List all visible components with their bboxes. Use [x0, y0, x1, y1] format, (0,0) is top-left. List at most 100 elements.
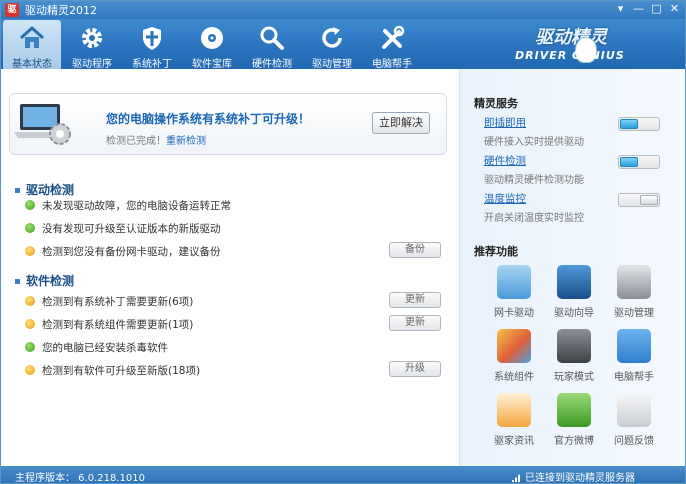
service-desc: 驱动精灵硬件检测功能: [484, 175, 584, 186]
software-check-heading: 软件检测: [15, 272, 74, 289]
tile-official-weibo[interactable]: 官方微博: [544, 393, 604, 453]
tile-label: 问题反馈: [614, 436, 654, 447]
fix-now-button[interactable]: 立即解决: [372, 112, 430, 134]
news-icon: [497, 393, 531, 427]
refresh-icon: [322, 27, 342, 48]
update-components-button[interactable]: 更新: [389, 315, 441, 331]
toggle-knob: [620, 157, 638, 167]
main-panel: 您的电脑操作系统有系统补丁可升级！ 检测已完成！重新检测 立即解决 驱动检测 未…: [1, 69, 459, 466]
plug-and-play-toggle[interactable]: [618, 117, 660, 131]
warning-status-icon: [25, 319, 35, 329]
list-item: 您的电脑已经安装杀毒软件: [25, 338, 445, 356]
tile-label: 玩家模式: [554, 372, 594, 383]
recheck-link[interactable]: 重新检测: [166, 136, 206, 147]
temp-monitor-toggle[interactable]: [618, 193, 660, 207]
sliders-icon: [557, 329, 591, 363]
tile-label: 驱动管理: [614, 308, 654, 319]
tab-label: 硬件检测: [252, 59, 292, 70]
brand-logo: 驱动精灵 DRIVER GENIUS: [515, 23, 645, 67]
gears-manage-icon: [617, 265, 651, 299]
alert-status-text: 检测已完成！: [106, 136, 166, 147]
service-plug-and-play-link[interactable]: 即插即用: [484, 115, 526, 130]
tab-hardware-detection[interactable]: 硬件检测: [243, 20, 301, 70]
tab-driver-management[interactable]: 驱动管理: [303, 20, 361, 70]
tile-network-card-driver[interactable]: 网卡驱动: [484, 265, 544, 325]
connection-text: 已连接到驱动精灵服务器: [525, 473, 635, 484]
version-text: 主程序版本： 6.0.218.1010: [15, 473, 145, 484]
network-card-icon: [497, 265, 531, 299]
service-desc: 硬件接入实时提供驱动: [484, 137, 584, 148]
tab-label: 基本状态: [12, 59, 52, 70]
home-icon: [19, 26, 45, 48]
feedback-mail-icon: [617, 393, 651, 427]
tile-gamer-mode[interactable]: 玩家模式: [544, 329, 604, 389]
toggle-knob: [620, 119, 638, 129]
tile-feedback[interactable]: 问题反馈: [604, 393, 664, 453]
users-help-icon: [617, 329, 651, 363]
service-temp-monitor-link[interactable]: 温度监控: [484, 191, 526, 206]
tile-pc-helper[interactable]: 电脑帮手: [604, 329, 664, 389]
tile-driver-management[interactable]: 驱动管理: [604, 265, 664, 325]
minimize-icon[interactable]: —: [632, 2, 645, 16]
tab-label: 驱动程序: [72, 59, 112, 70]
window-controls: ▾ — □ ✕: [614, 2, 681, 16]
warning-status-icon: [25, 246, 35, 256]
tools-icon: [382, 25, 405, 49]
tile-label: 电脑帮手: [614, 372, 654, 383]
title-bar[interactable]: 驱 驱动精灵2012 ▾ — □ ✕: [1, 1, 685, 19]
tab-pc-helper[interactable]: 电脑帮手: [363, 20, 421, 70]
tile-label: 驱家资讯: [494, 436, 534, 447]
brand-name-en: DRIVER GENIUS: [515, 49, 625, 62]
row-text: 未发现驱动故障，您的电脑设备运转正常: [42, 199, 231, 212]
upgrade-software-button[interactable]: 升级: [389, 361, 441, 377]
ok-status-icon: [25, 223, 35, 233]
close-icon[interactable]: ✕: [668, 2, 681, 16]
backup-button[interactable]: 备份: [389, 242, 441, 258]
tile-system-components[interactable]: 系统组件: [484, 329, 544, 389]
maximize-icon[interactable]: □: [650, 2, 663, 16]
tile-label: 网卡驱动: [494, 308, 534, 319]
tile-driver-news[interactable]: 驱家资讯: [484, 393, 544, 453]
row-text: 您的电脑已经安装杀毒软件: [42, 341, 168, 354]
warning-status-icon: [25, 365, 35, 375]
weibo-chat-icon: [557, 393, 591, 427]
row-text: 检测到有软件可升级至新版(18项): [42, 364, 201, 377]
list-item: 检测到有软件可升级至新版(18项) 升级: [25, 361, 445, 379]
row-text: 检测到有系统组件需要更新(1项): [42, 318, 194, 331]
services-heading: 精灵服务: [474, 97, 518, 110]
list-item: 没有发现可升级至认证版本的新版驱动: [25, 219, 445, 237]
row-text: 没有发现可升级至认证版本的新版驱动: [42, 222, 221, 235]
list-item: 未发现驱动故障，您的电脑设备运转正常: [25, 196, 445, 214]
tab-label: 电脑帮手: [372, 59, 412, 70]
warning-status-icon: [25, 296, 35, 306]
laptop-gear-icon: [14, 104, 71, 145]
bullet-square-icon: [15, 188, 20, 193]
service-hardware-detect-link[interactable]: 硬件检测: [484, 153, 526, 168]
signal-icon: [512, 474, 521, 482]
tile-label: 官方微博: [554, 436, 594, 447]
bullet-square-icon: [15, 279, 20, 284]
list-item: 检测到有系统组件需要更新(1项) 更新: [25, 315, 445, 333]
menu-dropdown-icon[interactable]: ▾: [614, 2, 627, 16]
tile-driver-wizard[interactable]: 驱动向导: [544, 265, 604, 325]
app-logo-icon: 驱: [5, 3, 19, 17]
update-patches-button[interactable]: 更新: [389, 292, 441, 308]
status-bar: 主程序版本： 6.0.218.1010 已连接到驱动精灵服务器: [1, 466, 685, 484]
tab-basic-status[interactable]: 基本状态: [3, 20, 61, 70]
section-title-text: 软件检测: [26, 274, 75, 288]
main-toolbar: 基本状态 驱动程序 系统补丁 软件宝库 硬件检测 驱动管理 电脑帮手 驱动精灵 …: [1, 19, 685, 70]
tab-driver-programs[interactable]: 驱动程序: [63, 20, 121, 70]
section-title-text: 驱动检测: [26, 183, 75, 197]
tab-system-patches[interactable]: 系统补丁: [123, 20, 181, 70]
window-title: 驱动精灵2012: [25, 4, 97, 17]
side-panel: 精灵服务 即插即用 硬件接入实时提供驱动 硬件检测 驱动精灵硬件检测功能 温度监…: [459, 69, 685, 466]
hardware-detect-toggle[interactable]: [618, 155, 660, 169]
list-item: 检测到您没有备份网卡驱动，建议备份 备份: [25, 242, 445, 260]
toggle-knob: [640, 195, 658, 205]
wizard-search-icon: [557, 265, 591, 299]
list-item: 检测到有系统补丁需要更新(6项) 更新: [25, 292, 445, 310]
alert-subtitle: 检测已完成！重新检测: [106, 132, 206, 147]
ok-status-icon: [25, 200, 35, 210]
magnifier-icon: [260, 26, 284, 50]
tab-software-library[interactable]: 软件宝库: [183, 20, 241, 70]
